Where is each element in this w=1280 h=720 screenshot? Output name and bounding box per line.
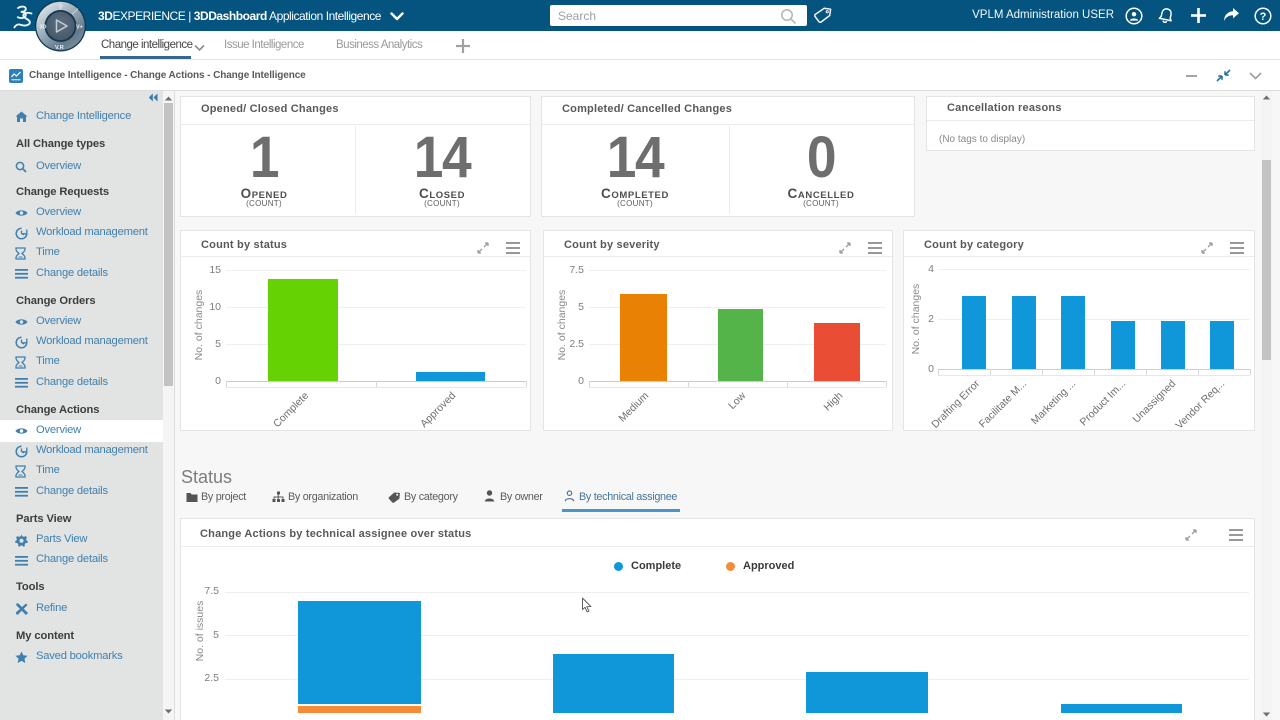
svg-text:3D: 3D bbox=[40, 25, 47, 31]
svg-text:V+: V+ bbox=[76, 25, 83, 31]
svg-text:V.R: V.R bbox=[55, 45, 64, 51]
svg-text:?: ? bbox=[1260, 11, 1267, 23]
